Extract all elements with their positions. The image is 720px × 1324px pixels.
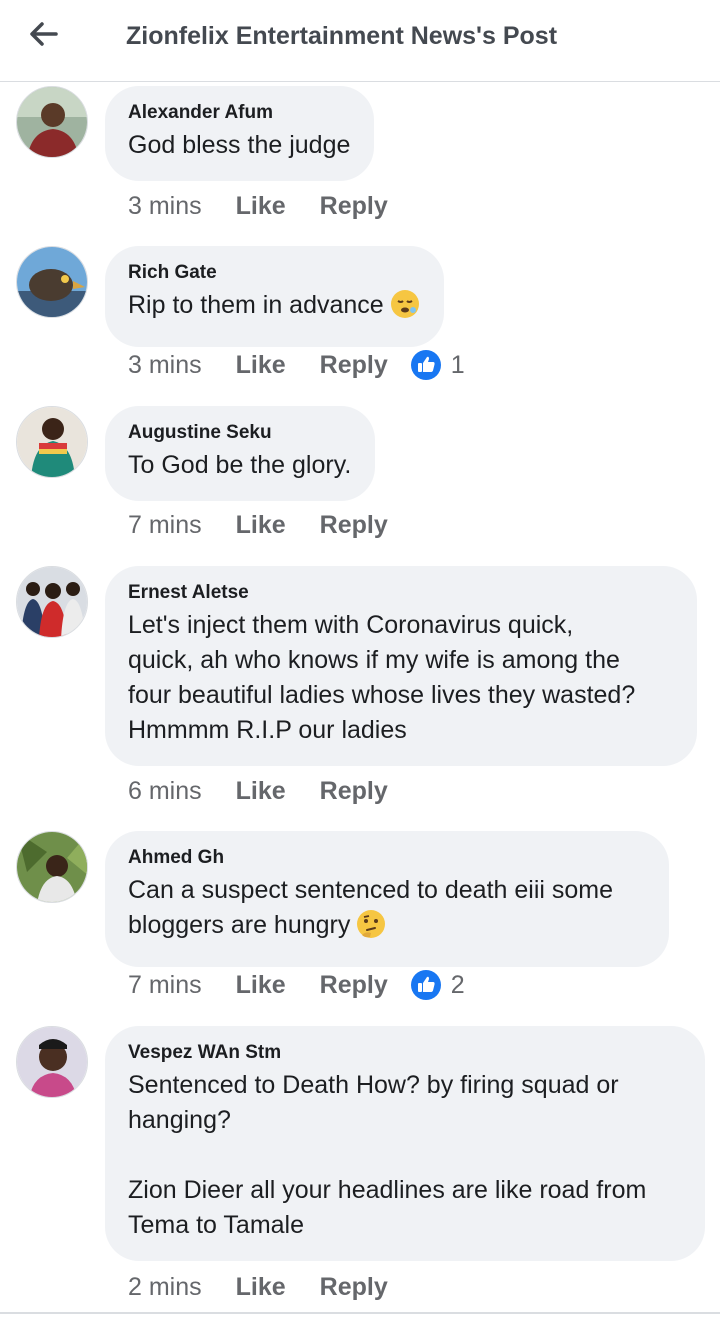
reaction-summary[interactable]: 2 <box>410 969 465 1001</box>
comment-time[interactable]: 7 mins <box>128 971 202 1000</box>
reaction-count: 1 <box>450 350 465 379</box>
comment-time[interactable]: 7 mins <box>128 511 202 540</box>
reply-button[interactable]: Reply <box>320 777 388 806</box>
comment-text: Rip to them in advance <box>128 288 420 329</box>
comment-text: Can a suspect sentenced to death eiii so… <box>128 873 645 949</box>
comment-actions: 3 mins Like Reply <box>128 189 388 223</box>
thinking-face-icon <box>356 909 386 949</box>
avatar[interactable] <box>16 831 88 903</box>
back-button[interactable] <box>22 16 66 52</box>
arrow-left-icon <box>30 22 58 46</box>
avatar[interactable] <box>16 566 88 638</box>
top-bar: Zionfelix Entertainment News's Post <box>0 0 720 82</box>
like-reaction-icon <box>410 970 441 1000</box>
avatar[interactable] <box>16 406 88 478</box>
comment-bubble[interactable]: Augustine Seku To God be the glory. <box>105 406 376 501</box>
reply-button[interactable]: Reply <box>320 1273 388 1302</box>
comment-author[interactable]: Rich Gate <box>128 261 420 285</box>
avatar[interactable] <box>16 246 88 318</box>
like-button[interactable]: Like <box>236 511 286 540</box>
comment-bubble[interactable]: Rich Gate Rip to them in advance <box>105 246 444 347</box>
comment-text: Sentenced to Death How? by firing squad … <box>128 1071 647 1239</box>
comment-actions: 7 mins Like Reply <box>128 508 388 542</box>
reaction-count: 2 <box>450 970 465 999</box>
comment-text: Let's inject them with Coronavirus quick… <box>128 611 636 744</box>
comment-text: To God be the glory. <box>128 451 352 479</box>
comment-time[interactable]: 6 mins <box>128 777 202 806</box>
comment-author[interactable]: Augustine Seku <box>128 421 351 445</box>
comment-author[interactable]: Vespez WAn Stm <box>128 1041 681 1065</box>
comment-actions: 2 mins Like Reply <box>128 1270 388 1304</box>
comment-actions: 7 mins Like Reply 2 <box>128 968 465 1002</box>
comment-time[interactable]: 3 mins <box>128 351 202 380</box>
reaction-summary[interactable]: 1 <box>410 349 465 381</box>
like-button[interactable]: Like <box>236 192 286 221</box>
reply-button[interactable]: Reply <box>320 971 388 1000</box>
reply-button[interactable]: Reply <box>320 351 388 380</box>
comment-time[interactable]: 2 mins <box>128 1273 202 1302</box>
like-button[interactable]: Like <box>236 777 286 806</box>
reply-button[interactable]: Reply <box>320 192 388 221</box>
comment-time[interactable]: 3 mins <box>128 192 202 221</box>
like-button[interactable]: Like <box>236 351 286 380</box>
comment-author[interactable]: Alexander Afum <box>128 101 350 125</box>
comment-bubble[interactable]: Ernest Aletse Let's inject them with Cor… <box>105 566 697 766</box>
comment-text: God bless the judge <box>128 131 351 159</box>
comment-actions: 3 mins Like Reply 1 <box>128 348 465 382</box>
divider <box>0 1312 720 1314</box>
avatar[interactable] <box>16 86 88 158</box>
like-reaction-icon <box>410 350 441 380</box>
comment-author[interactable]: Ahmed Gh <box>128 846 645 870</box>
comment-bubble[interactable]: Ahmed Gh Can a suspect sentenced to deat… <box>105 831 669 967</box>
page-title: Zionfelix Entertainment News's Post <box>126 22 558 50</box>
comment-author[interactable]: Ernest Aletse <box>128 581 673 605</box>
like-button[interactable]: Like <box>236 1273 286 1302</box>
avatar[interactable] <box>16 1026 88 1098</box>
like-button[interactable]: Like <box>236 971 286 1000</box>
comment-bubble[interactable]: Vespez WAn Stm Sentenced to Death How? b… <box>105 1026 705 1261</box>
sleepy-face-icon <box>390 289 420 329</box>
reply-button[interactable]: Reply <box>320 511 388 540</box>
comment-bubble[interactable]: Alexander Afum God bless the judge <box>105 86 375 181</box>
comment-actions: 6 mins Like Reply <box>128 774 388 808</box>
